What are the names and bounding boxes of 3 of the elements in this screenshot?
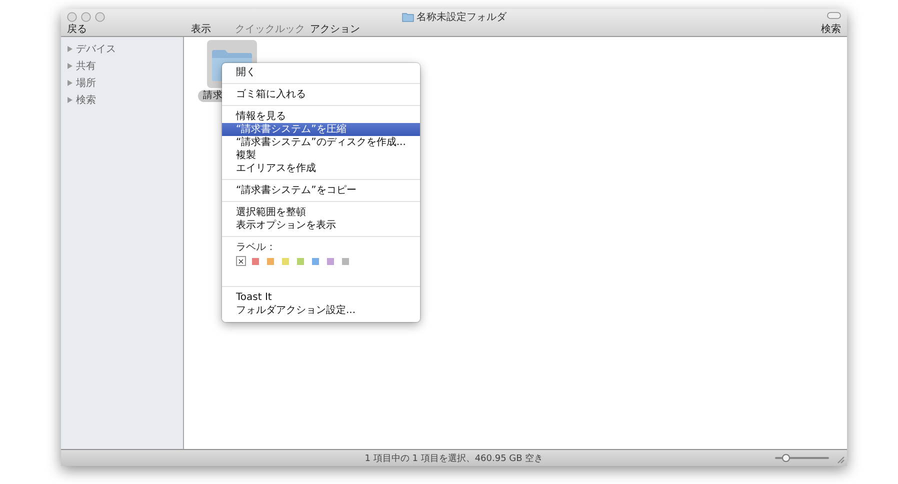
status-text: 1 項目中の 1 項目を選択、460.95 GB 空き	[364, 454, 544, 464]
menu-heading: ラベル：	[235, 241, 277, 254]
window-title: 名称未設定フォルダ	[416, 10, 506, 24]
